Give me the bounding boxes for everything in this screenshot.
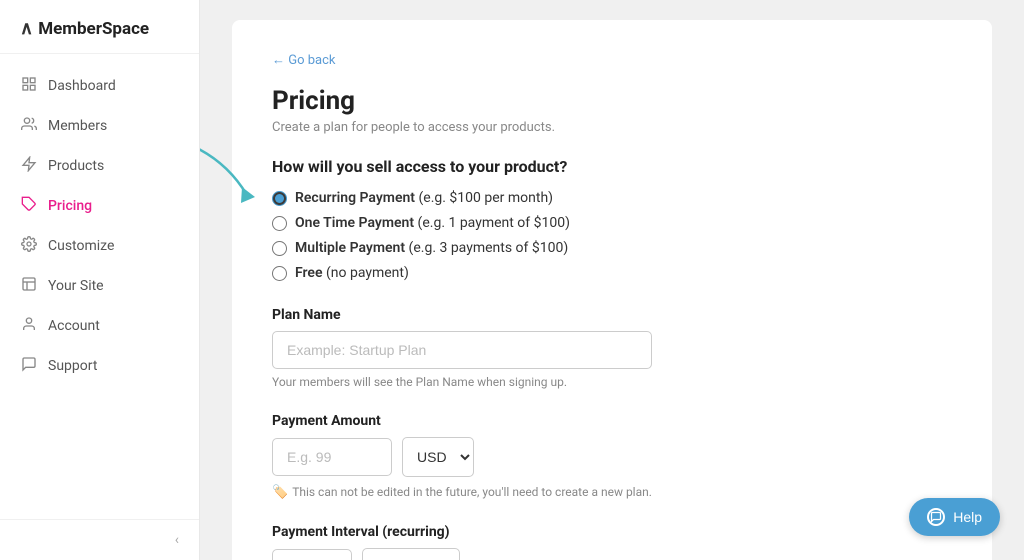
chat-icon [927, 508, 945, 526]
sidebar-label-customize: Customize [48, 238, 114, 254]
interval-row: month(s) week(s) year(s) [272, 548, 952, 560]
sidebar-label-account: Account [48, 318, 100, 334]
option-free-example: (no payment) [326, 265, 409, 281]
interval-input[interactable] [272, 549, 352, 560]
payment-amount-row: USD EUR GBP CAD AUD [272, 437, 952, 477]
radio-recurring[interactable] [272, 191, 287, 206]
option-recurring-label: Recurring Payment [295, 190, 415, 206]
brand-logo: ∧ MemberSpace [0, 0, 199, 54]
sidebar-label-members: Members [48, 118, 107, 134]
payment-interval-section: Payment Interval (recurring) month(s) we… [272, 524, 952, 560]
main-content: ← Go back Pricing Create a plan for peop… [200, 0, 1024, 560]
help-button[interactable]: Help [909, 498, 1000, 536]
payment-interval-label: Payment Interval (recurring) [272, 524, 952, 540]
option-free[interactable]: Free (no payment) [272, 265, 952, 281]
sidebar-label-pricing: Pricing [48, 198, 92, 214]
sidebar-label-your-site: Your Site [48, 278, 104, 294]
sidebar-label-support: Support [48, 358, 97, 374]
sidebar-item-members[interactable]: Members [0, 106, 199, 146]
interval-select[interactable]: month(s) week(s) year(s) [362, 548, 460, 560]
page-title: Pricing [272, 86, 952, 116]
dashboard-icon [20, 76, 38, 96]
sidebar-item-account[interactable]: Account [0, 306, 199, 346]
sidebar-collapse: ‹ [0, 519, 199, 560]
go-back-link[interactable]: ← Go back [272, 52, 335, 68]
sidebar-item-pricing[interactable]: Pricing [0, 186, 199, 226]
members-icon [20, 116, 38, 136]
payment-question: How will you sell access to your product… [272, 157, 952, 176]
option-multiple-example: (e.g. 3 payments of $100) [409, 240, 569, 256]
payment-options: Recurring Payment (e.g. $100 per month) … [272, 190, 952, 281]
help-label: Help [953, 509, 982, 525]
plan-name-input[interactable] [272, 331, 652, 369]
sidebar-item-your-site[interactable]: Your Site [0, 266, 199, 306]
sidebar-item-support[interactable]: Support [0, 346, 199, 386]
option-recurring[interactable]: Recurring Payment (e.g. $100 per month) [272, 190, 952, 206]
currency-select[interactable]: USD EUR GBP CAD AUD [402, 437, 474, 477]
payment-amount-input[interactable] [272, 438, 392, 476]
payment-amount-label: Payment Amount [272, 413, 952, 429]
option-one-time-example: (e.g. 1 payment of $100) [418, 215, 570, 231]
page-subtitle: Create a plan for people to access your … [272, 120, 952, 135]
arrow-annotation [200, 125, 257, 215]
payment-amount-warning-text: This can not be edited in the future, yo… [292, 485, 652, 499]
brand-name: MemberSpace [38, 19, 149, 39]
radio-one-time[interactable] [272, 216, 287, 231]
option-one-time[interactable]: One Time Payment (e.g. 1 payment of $100… [272, 215, 952, 231]
account-icon [20, 316, 38, 336]
support-icon [20, 356, 38, 376]
option-recurring-example: (e.g. $100 per month) [419, 190, 554, 206]
your-site-icon [20, 276, 38, 296]
content-card: ← Go back Pricing Create a plan for peop… [232, 20, 992, 560]
customize-icon [20, 236, 38, 256]
sidebar-nav: Dashboard Members Products Pricing Custo… [0, 54, 199, 519]
option-free-label: Free [295, 265, 323, 281]
sidebar-label-products: Products [48, 158, 104, 174]
warning-emoji: 🏷️ [272, 485, 288, 500]
plan-name-label: Plan Name [272, 307, 952, 323]
radio-free[interactable] [272, 266, 287, 281]
option-multiple[interactable]: Multiple Payment (e.g. 3 payments of $10… [272, 240, 952, 256]
sidebar-item-products[interactable]: Products [0, 146, 199, 186]
pricing-icon [20, 196, 38, 216]
products-icon [20, 156, 38, 176]
radio-multiple[interactable] [272, 241, 287, 256]
option-multiple-label: Multiple Payment [295, 240, 405, 256]
option-one-time-label: One Time Payment [295, 215, 414, 231]
sidebar-item-customize[interactable]: Customize [0, 226, 199, 266]
sidebar: ∧ MemberSpace Dashboard Members Products [0, 0, 200, 560]
sidebar-label-dashboard: Dashboard [48, 78, 116, 94]
plan-name-helper: Your members will see the Plan Name when… [272, 375, 952, 389]
payment-amount-section: Payment Amount USD EUR GBP CAD AUD 🏷️ Th… [272, 413, 952, 500]
logo-icon: ∧ [20, 18, 33, 39]
collapse-button[interactable]: ‹ [175, 532, 179, 548]
payment-amount-warning: 🏷️ This can not be edited in the future,… [272, 485, 952, 500]
sidebar-item-dashboard[interactable]: Dashboard [0, 66, 199, 106]
plan-name-section: Plan Name Your members will see the Plan… [272, 307, 952, 389]
